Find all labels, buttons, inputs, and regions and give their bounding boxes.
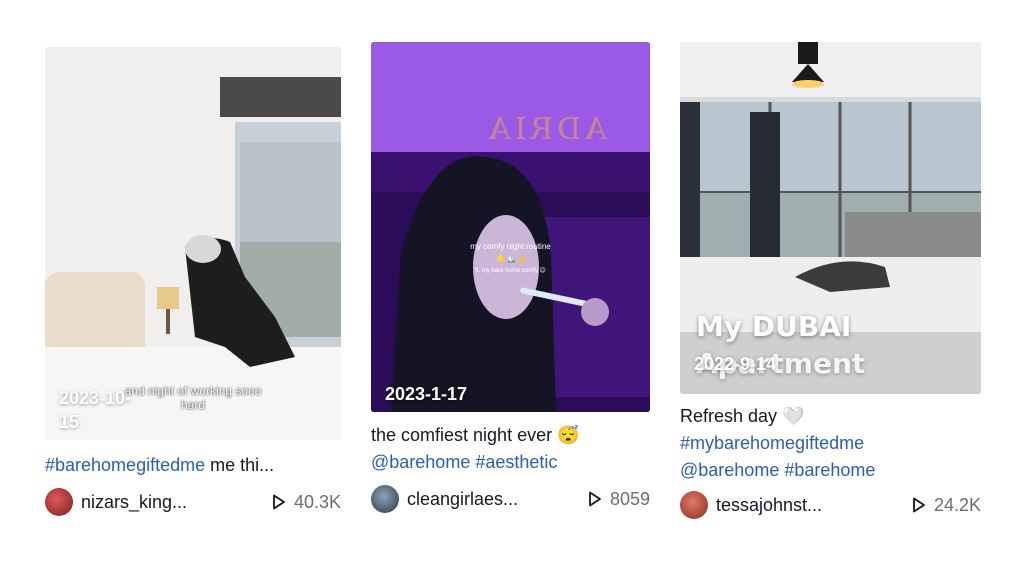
hashtag-link[interactable]: #aesthetic: [475, 452, 557, 472]
video-card-3[interactable]: My DUBAI Apartment 2022-9-14 Refresh day…: [680, 42, 981, 520]
video-thumbnail[interactable]: My DUBAI Apartment 2022-9-14: [680, 42, 981, 394]
room-sign-text: ADRIA: [485, 112, 607, 147]
avatar[interactable]: [371, 485, 399, 513]
caption-text: me thi...: [205, 455, 275, 475]
video-overlay-subtext: ft. my bare home comfy 😊: [475, 268, 546, 274]
post-date: 2023-10- 15: [59, 388, 132, 432]
play-icon: [589, 491, 601, 507]
video-thumbnail[interactable]: and night of working sooo hard 2023-10- …: [45, 47, 341, 440]
view-count: 40.3K: [272, 492, 341, 513]
hashtag-link[interactable]: #mybarehomegiftedme: [680, 433, 864, 453]
video-meta: cleangirlaes... 8059: [371, 484, 650, 514]
night-scene: [371, 42, 650, 412]
post-date: 2022-9-14: [694, 354, 777, 374]
video-overlay-emoji: ⭐🏔️🌙: [495, 254, 526, 263]
video-caption: #barehomegiftedme me thi...: [45, 452, 341, 479]
video-card-1[interactable]: and night of working sooo hard 2023-10- …: [45, 47, 341, 517]
mention-link[interactable]: @barehome: [680, 460, 779, 480]
view-count-value: 24.2K: [933, 494, 981, 515]
view-count: 8059: [588, 489, 650, 510]
caption-text: Refresh day 🤍: [680, 406, 805, 426]
view-count: 24.2K: [912, 495, 981, 516]
hashtag-link[interactable]: #barehome: [784, 460, 875, 480]
video-overlay-title: My DUBAI: [696, 310, 852, 343]
video-caption: Refresh day 🤍 #mybarehomegiftedme @bareh…: [680, 403, 981, 484]
video-meta: nizars_king... 40.3K: [45, 487, 341, 517]
avatar[interactable]: [45, 488, 73, 516]
view-count-value: 40.3K: [293, 491, 341, 512]
mention-link[interactable]: @barehome: [371, 452, 470, 472]
video-caption: the comfiest night ever 😴 @barehome #aes…: [371, 422, 650, 476]
avatar[interactable]: [680, 491, 708, 519]
username[interactable]: tessajohnst...: [716, 495, 822, 516]
hashtag-link[interactable]: #barehomegiftedme: [45, 455, 205, 475]
username[interactable]: cleangirlaes...: [407, 489, 518, 510]
caption-text: the comfiest night ever 😴: [371, 425, 580, 445]
video-card-2[interactable]: ADRIA my comfy night routine ⭐🏔️🌙 ft. my…: [371, 42, 650, 514]
bedroom-scene: [45, 47, 341, 440]
video-meta: tessajohnst... 24.2K: [680, 490, 981, 520]
video-thumbnail[interactable]: ADRIA my comfy night routine ⭐🏔️🌙 ft. my…: [371, 42, 650, 412]
video-overlay-text: my comfy night routine: [470, 242, 551, 251]
post-date: 2023-1-17: [385, 384, 468, 404]
username[interactable]: nizars_king...: [81, 492, 187, 513]
play-icon: [273, 494, 285, 510]
view-count-value: 8059: [609, 488, 650, 509]
play-icon: [913, 497, 925, 513]
